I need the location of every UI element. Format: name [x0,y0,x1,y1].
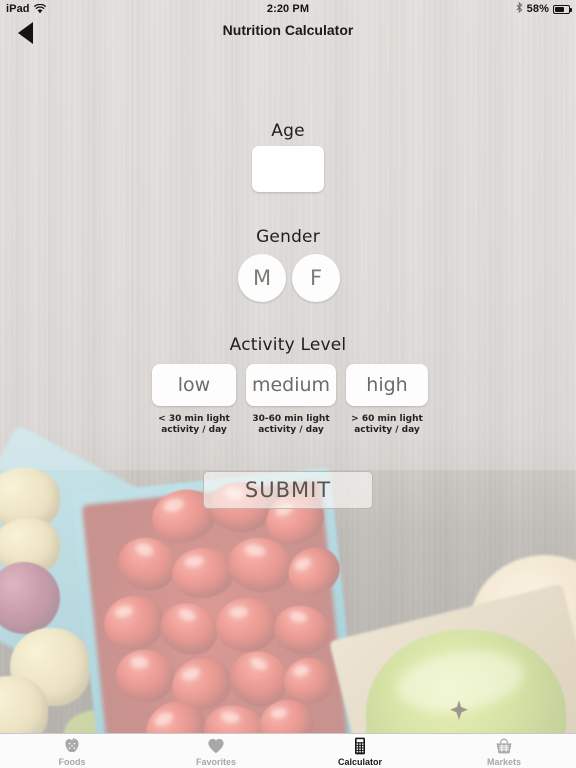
battery-icon [553,4,572,14]
activity-description-low: < 30 min light activity / day [158,414,230,436]
gender-label: Gender [256,227,320,247]
tab-foods[interactable]: Foods [0,734,144,767]
basket-icon [494,736,514,756]
tab-label-markets: Markets [486,757,522,767]
tab-markets[interactable]: Markets [432,734,576,767]
gender-option-female[interactable]: F [292,254,340,302]
tab-label-calculator: Calculator [337,757,382,767]
submit-button[interactable]: SUBMIT [203,471,373,509]
heart-icon [206,736,226,756]
page-title: Nutrition Calculator [222,22,354,38]
navigation-bar: Nutrition Calculator [0,18,576,48]
status-bar-clock: 2:20 PM [266,3,310,15]
activity-description-medium: 30-60 min light activity / day [252,414,330,436]
activity-option-low[interactable]: low [152,364,236,406]
age-input[interactable] [252,146,324,192]
age-label: Age [271,121,305,141]
tab-label-favorites: Favorites [195,757,237,767]
gender-option-male[interactable]: M [238,254,286,302]
tab-calculator[interactable]: Calculator [288,734,432,767]
apple-icon [62,736,82,756]
tab-label-foods: Foods [58,757,86,767]
activity-option-high[interactable]: high [346,364,428,406]
status-bar: iPad 2:20 PM 58% [0,0,576,18]
tab-favorites[interactable]: Favorites [144,734,288,767]
calculator-icon [350,736,370,756]
activity-level-label: Activity Level [229,335,347,355]
tab-bar: Foods Favorites Calculator Markets [0,733,576,768]
activity-description-high: > 60 min light activity / day [351,414,423,436]
activity-option-medium[interactable]: medium [246,364,336,406]
